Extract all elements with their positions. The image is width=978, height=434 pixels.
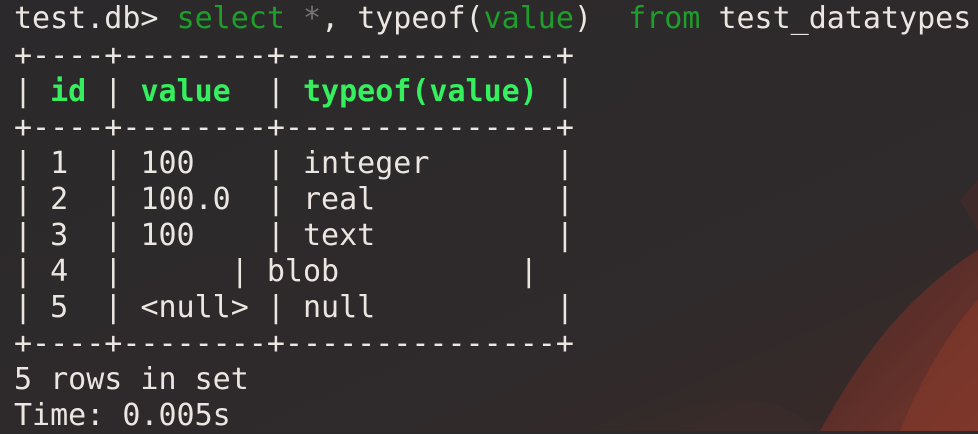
command-line: test.db> select *, typeof(value) from te… [14,0,978,38]
argument-token: value [483,1,574,36]
cell-value: 100 [140,146,195,181]
table-name-token: test_datatypes [718,1,972,36]
keyword-select: select [176,1,285,36]
table-border-mid: +----+--------+---------------+ [14,110,574,145]
table-border-top: +----+--------+---------------+ [14,38,574,73]
table-header-row: | id | value | typeof(value) | [14,74,574,109]
cell-id: 3 [50,218,69,253]
table-row: | 5 | <null> | null | [14,290,574,325]
close-paren-token: ) [573,1,592,36]
header-value: value [140,74,231,109]
cell-value: 100 [140,218,195,253]
header-typeof: typeof(value) [303,74,538,109]
cell-type: blob [266,254,340,289]
cell-type: integer [303,146,430,181]
table-row: | 4 | | blob | [14,254,538,289]
cell-id: 5 [50,290,69,325]
row-count-text: 5 rows in set [14,362,249,397]
cell-id: 1 [50,146,69,181]
cell-id: 4 [50,254,69,289]
cell-value: <null> [140,290,249,325]
timing-text: Time: 0.005s [14,398,231,433]
table-row: | 3 | 100 | text | [14,218,574,253]
terminal-output: test.db> select *, typeof(value) from te… [14,0,978,434]
table-row: | 1 | 100 | integer | [14,146,574,181]
function-token: typeof( [357,1,484,36]
table-border-bottom: +----+--------+---------------+ [14,326,574,361]
cell-type: null [303,290,376,325]
cell-type: text [303,218,376,253]
cell-id: 2 [50,182,69,217]
star-token: * [303,1,322,36]
header-id: id [50,74,87,109]
prompt: test.db> [14,1,159,36]
comma-token: , [321,1,340,36]
cell-value: 100.0 [140,182,231,217]
keyword-from: from [628,1,701,36]
table-row: | 2 | 100.0 | real | [14,182,574,217]
cell-type: real [303,182,376,217]
